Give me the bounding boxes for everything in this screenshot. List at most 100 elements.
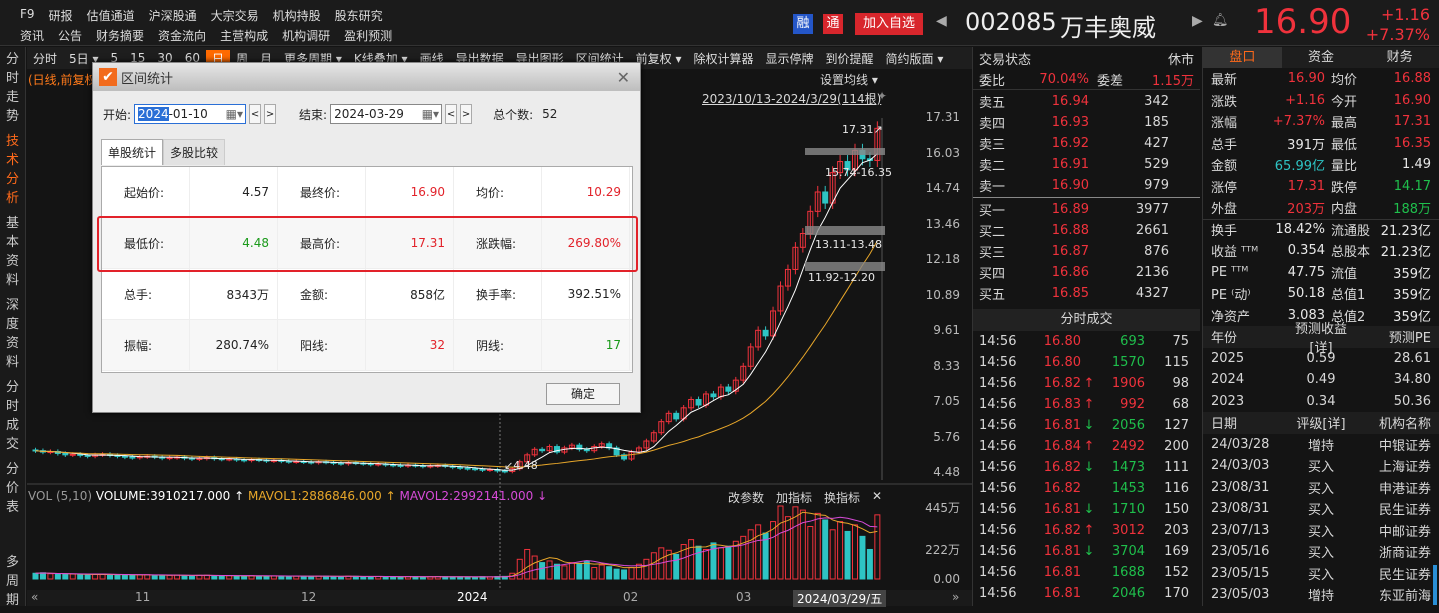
tick-price: 16.83 [1043, 397, 1081, 412]
tick-time: 14:56 [979, 460, 1017, 475]
level-price: 16.93 [1051, 115, 1089, 130]
order-level[interactable]: 买一 16.89 3977 [973, 199, 1200, 220]
close-indicator-button[interactable]: ✕ [872, 489, 882, 506]
tab-single-stock[interactable]: 单股统计 [101, 139, 164, 165]
volume-bar [777, 505, 784, 580]
price-zone-bar [805, 148, 885, 155]
order-book-panel: 交易状态 休市 委比 70.04% 委差 1.15万 卖五 16.94 342 卖四 16.93… [972, 47, 1200, 606]
candle-body [822, 191, 829, 204]
volume-bar [568, 562, 575, 580]
level-label: 买五 [979, 288, 1006, 303]
quote-value: 21.23亿 [1380, 224, 1431, 240]
stat-value: 392.51% [542, 269, 630, 319]
tick-time: 14:56 [979, 418, 1017, 433]
order-level[interactable]: 卖一 16.90 979 [973, 175, 1200, 196]
tick-count: 127 [1164, 418, 1189, 433]
stat-label: 阳线: [278, 320, 366, 370]
tick-time: 14:56 [979, 397, 1017, 412]
candle-body [472, 468, 479, 471]
order-level[interactable]: 卖四 16.93 185 [973, 112, 1200, 133]
quote-label: 流值 [1331, 266, 1358, 282]
order-level[interactable]: 买二 16.88 2661 [973, 220, 1200, 241]
scroll-left-icon[interactable]: « [31, 590, 38, 604]
order-level[interactable]: 买四 16.86 2136 [973, 262, 1200, 283]
tick-trades-list[interactable]: 14:56 16.80 693 75 14:56 16.80 1570 115 14:56 16.… [973, 331, 1200, 604]
table-row: 23/08/31 买入 申港证券 [1203, 477, 1439, 499]
scroll-right-icon[interactable]: » [952, 590, 959, 604]
tick-time: 14:56 [979, 355, 1017, 370]
volume-bar [293, 575, 300, 580]
tick-direction-icon: ↓ [1083, 502, 1095, 517]
quote-row: 涨幅 +7.37% 最高 17.31 [1203, 111, 1439, 133]
zone-label-2: 13.11-13.48 [815, 238, 882, 251]
stat-label: 总手: [102, 269, 190, 319]
volume-bar [263, 575, 270, 580]
level-volume: 2661 [1135, 223, 1169, 238]
order-level[interactable]: 买五 16.85 4327 [973, 283, 1200, 304]
end-prev-button[interactable]: < [445, 104, 458, 124]
quote-value: 359亿 [1393, 288, 1431, 304]
start-date-input[interactable]: 2024 -01-10 ▦▾ [134, 104, 247, 124]
switch-indicator-button[interactable]: 换指标 [824, 489, 860, 506]
tick-volume: 1473 [1111, 460, 1145, 475]
quote-value: 0.354 [1287, 243, 1325, 259]
next-stock-icon[interactable]: ▶ [1192, 13, 1203, 29]
tick-direction-icon: ↑ [1083, 397, 1095, 412]
tab-handicap[interactable]: 盘口 [1203, 47, 1282, 68]
level-volume: 3977 [1135, 202, 1169, 217]
volume-bar [591, 567, 598, 580]
order-level[interactable]: 买三 16.87 876 [973, 241, 1200, 262]
table-cell: 23/05/16 [1211, 544, 1270, 560]
volume-bar [628, 567, 635, 580]
calendar-icon[interactable]: ▦▾ [422, 107, 441, 121]
edit-params-button[interactable]: 改参数 [728, 489, 764, 506]
bell-icon[interactable]: 🔔︎ [1212, 13, 1229, 28]
table-cell: 0.59 [1306, 350, 1336, 366]
dialog-titlebar[interactable]: ✔ 区间统计 ✕ [93, 63, 640, 91]
tick-price: 16.84 [1043, 439, 1081, 454]
calendar-icon[interactable]: ▦▾ [226, 107, 245, 121]
end-next-button[interactable]: > [460, 104, 473, 124]
tick-time: 14:56 [979, 565, 1017, 580]
tick-price: 16.82 [1043, 376, 1081, 391]
level-volume: 979 [1144, 178, 1169, 193]
ok-button[interactable]: 确定 [546, 383, 620, 405]
volume-bar [69, 573, 76, 580]
tick-volume: 1710 [1111, 502, 1145, 517]
scrollbar[interactable] [1433, 565, 1437, 605]
level-price: 16.89 [1051, 202, 1089, 217]
price-tick: 12.18 [925, 252, 960, 266]
volume-bar [285, 575, 292, 580]
stat-value: 8343万 [190, 269, 278, 319]
tab-multi-compare[interactable]: 多股比较 [163, 139, 226, 165]
candle-body [84, 454, 91, 457]
quote-value: 16.88 [1393, 71, 1431, 87]
start-prev-button[interactable]: < [249, 104, 262, 124]
volume-bar [77, 574, 84, 580]
order-level[interactable]: 卖五 16.94 342 [973, 91, 1200, 112]
table-cell: 24/03/03 [1211, 458, 1270, 474]
end-date-input[interactable]: 2024-03-29 ▦▾ [330, 104, 443, 124]
volume-bar [84, 574, 91, 580]
volume-bar [166, 574, 173, 580]
start-date-rest: -01-10 [168, 107, 208, 121]
vol-label: VOL (5,10) [28, 489, 93, 503]
start-next-button[interactable]: > [264, 104, 277, 124]
order-level[interactable]: 卖三 16.92 427 [973, 133, 1200, 154]
interval-stats-dialog: ✔ 区间统计 ✕ 开始: 2024 -01-10 ▦▾ < > 结束: 2024-0… [92, 62, 641, 413]
volume-bar [703, 548, 709, 580]
tick-volume: 693 [1120, 334, 1145, 349]
tick-time: 14:56 [979, 544, 1017, 559]
tab-finance[interactable]: 财务 [1360, 47, 1439, 68]
end-date-value: 2024-03-29 [334, 107, 404, 121]
order-level[interactable]: 卖二 16.91 529 [973, 154, 1200, 175]
column-header: 预测PE [1388, 331, 1431, 347]
tick-row: 14:56 16.81 ↓ 3704 169 [973, 541, 1200, 562]
add-indicator-button[interactable]: 加指标 [776, 489, 812, 506]
price-tick: 8.33 [933, 358, 960, 373]
stat-label: 起始价: [102, 167, 190, 217]
close-icon[interactable]: ✕ [617, 68, 630, 87]
tab-funds[interactable]: 资金 [1282, 47, 1361, 68]
quote-label: 涨停 [1211, 180, 1238, 196]
quote-value: +1.16 [1285, 92, 1325, 108]
